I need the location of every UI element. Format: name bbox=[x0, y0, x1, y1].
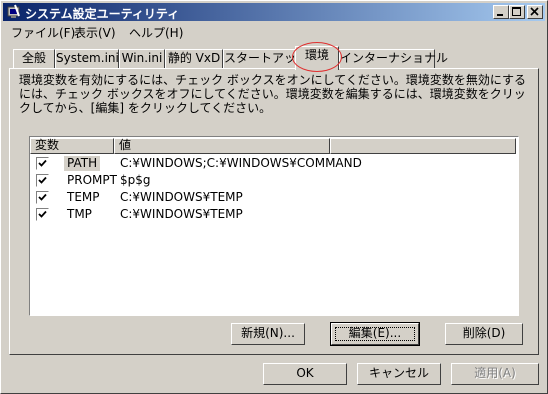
new-button[interactable]: 新規(N)... bbox=[231, 323, 305, 345]
minimize-button[interactable] bbox=[493, 5, 509, 19]
checkbox-tmp[interactable] bbox=[36, 208, 49, 221]
app-settings-icon bbox=[6, 4, 22, 20]
tab-environment[interactable]: 環境 bbox=[295, 46, 339, 70]
edit-button[interactable]: 編集(E)... bbox=[330, 322, 420, 346]
focus-rect bbox=[335, 327, 415, 341]
column-header-value[interactable]: 値 bbox=[114, 138, 330, 154]
description-text: 環境変数を有効にするには、チェック ボックスをオンにしてください。環境変数を無効… bbox=[19, 73, 526, 115]
menu-view[interactable]: 表示(V) bbox=[74, 24, 116, 41]
maximize-button[interactable] bbox=[509, 5, 525, 19]
tab-startup[interactable]: スタートアップ bbox=[223, 49, 308, 68]
menu-help[interactable]: ヘルプ(H) bbox=[129, 24, 183, 41]
title-bar[interactable]: システム設定ユーティリティ bbox=[3, 3, 545, 21]
list-item[interactable]: PROMPT $p$g bbox=[30, 172, 516, 189]
window-title: システム設定ユーティリティ bbox=[25, 7, 180, 21]
variable-value: C:¥WINDOWS¥TEMP bbox=[120, 190, 243, 204]
menu-bar: ファイル(F) 表示(V) ヘルプ(H) bbox=[3, 22, 545, 41]
cancel-button[interactable]: キャンセル bbox=[357, 363, 441, 385]
tab-international[interactable]: インターナショナル bbox=[339, 49, 448, 68]
checkbox-temp[interactable] bbox=[36, 191, 49, 204]
menu-file[interactable]: ファイル(F) bbox=[11, 24, 75, 41]
variable-value: C:¥WINDOWS;C:¥WINDOWS¥COMMAND bbox=[120, 156, 362, 170]
variable-value: $p$g bbox=[120, 173, 151, 187]
variable-name: PATH bbox=[64, 156, 101, 171]
variable-name: TEMP bbox=[67, 190, 100, 204]
variable-name: TMP bbox=[67, 207, 92, 221]
delete-button[interactable]: 削除(D) bbox=[445, 323, 523, 345]
variable-list[interactable]: 変数 値 PATH C:¥WINDOWS;C:¥WINDOWS¥COMMAND … bbox=[29, 136, 519, 316]
tab-win-ini[interactable]: Win.ini bbox=[119, 49, 165, 68]
column-header-empty[interactable] bbox=[330, 138, 516, 154]
variable-name: PROMPT bbox=[67, 173, 117, 187]
app-window: システム設定ユーティリティ ファイル(F) 表示(V) ヘルプ(H) 全般 Sy… bbox=[0, 0, 548, 394]
close-button[interactable] bbox=[527, 5, 543, 19]
list-item[interactable]: TEMP C:¥WINDOWS¥TEMP bbox=[30, 189, 516, 206]
tab-static-vxd[interactable]: 静的 VxD bbox=[165, 49, 223, 68]
tab-system-ini[interactable]: System.ini bbox=[55, 49, 119, 68]
checkbox-path[interactable] bbox=[36, 157, 49, 170]
column-header-variable[interactable]: 変数 bbox=[30, 138, 114, 154]
tab-general[interactable]: 全般 bbox=[13, 49, 55, 68]
variable-value: C:¥WINDOWS¥TEMP bbox=[120, 207, 243, 221]
ok-button[interactable]: OK bbox=[263, 363, 347, 385]
list-item[interactable]: PATH C:¥WINDOWS;C:¥WINDOWS¥COMMAND bbox=[30, 155, 516, 172]
checkbox-prompt[interactable] bbox=[36, 174, 49, 187]
list-item[interactable]: TMP C:¥WINDOWS¥TEMP bbox=[30, 206, 516, 223]
apply-button[interactable]: 適用(A) bbox=[451, 363, 539, 385]
